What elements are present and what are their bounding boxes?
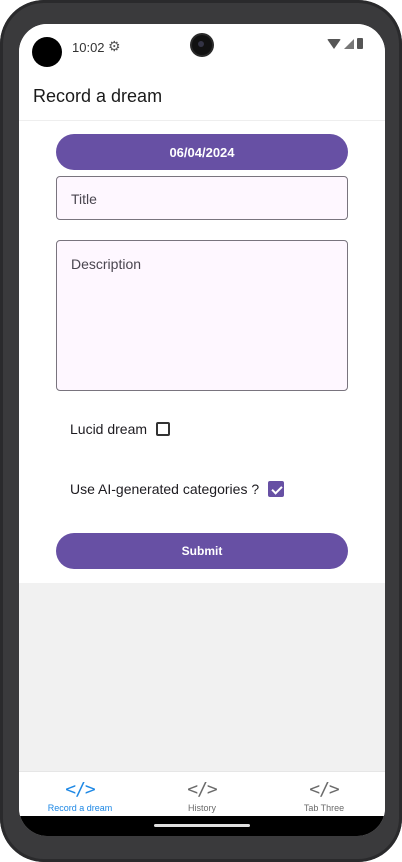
ai-categories-label: Use AI-generated categories ? (70, 481, 260, 497)
tab-history[interactable]: </> History (141, 772, 263, 817)
lucid-dream-label: Lucid dream (70, 421, 148, 437)
code-icon: </> (65, 779, 96, 800)
tab-label: Record a dream (47, 803, 113, 813)
device-frame: 10:02 ⚙ Record a dream 06/04/2024 Title … (0, 0, 402, 862)
tab-three[interactable]: </> Tab Three (263, 772, 385, 817)
submit-button[interactable]: Submit (56, 533, 348, 569)
ai-categories-row: Use AI-generated categories ? (70, 481, 285, 497)
signal-icon (344, 38, 354, 49)
date-picker-button[interactable]: 06/04/2024 (56, 134, 348, 170)
bottom-navigation: </> Record a dream </> History </> Tab T… (19, 771, 385, 817)
gesture-bar (19, 816, 385, 836)
gear-icon: ⚙ (108, 38, 121, 54)
title-placeholder: Title (71, 191, 97, 207)
description-input[interactable]: Description (56, 240, 348, 391)
battery-icon (357, 38, 363, 49)
title-input[interactable]: Title (56, 176, 348, 220)
avatar (32, 37, 62, 67)
tab-label: History (187, 803, 216, 813)
code-icon: </> (187, 779, 218, 800)
code-icon: </> (309, 779, 340, 800)
status-time: 10:02 (72, 40, 105, 55)
home-indicator[interactable] (154, 824, 250, 827)
camera-icon (192, 35, 212, 55)
wifi-icon (327, 38, 341, 49)
ai-categories-checkbox[interactable] (268, 481, 285, 497)
dream-form: 06/04/2024 Title Description Lucid dream… (19, 121, 385, 583)
lucid-dream-checkbox[interactable] (156, 422, 171, 436)
status-bar: 10:02 ⚙ (19, 24, 385, 72)
screen: 10:02 ⚙ Record a dream 06/04/2024 Title … (19, 24, 385, 836)
system-icons (327, 38, 363, 49)
app-bar: Record a dream (19, 72, 385, 121)
lucid-dream-row: Lucid dream (70, 421, 171, 437)
tab-record-a-dream[interactable]: </> Record a dream (19, 772, 141, 817)
tab-label: Tab Three (303, 803, 345, 813)
description-placeholder: Description (71, 256, 142, 272)
page-title: Record a dream (33, 86, 163, 106)
